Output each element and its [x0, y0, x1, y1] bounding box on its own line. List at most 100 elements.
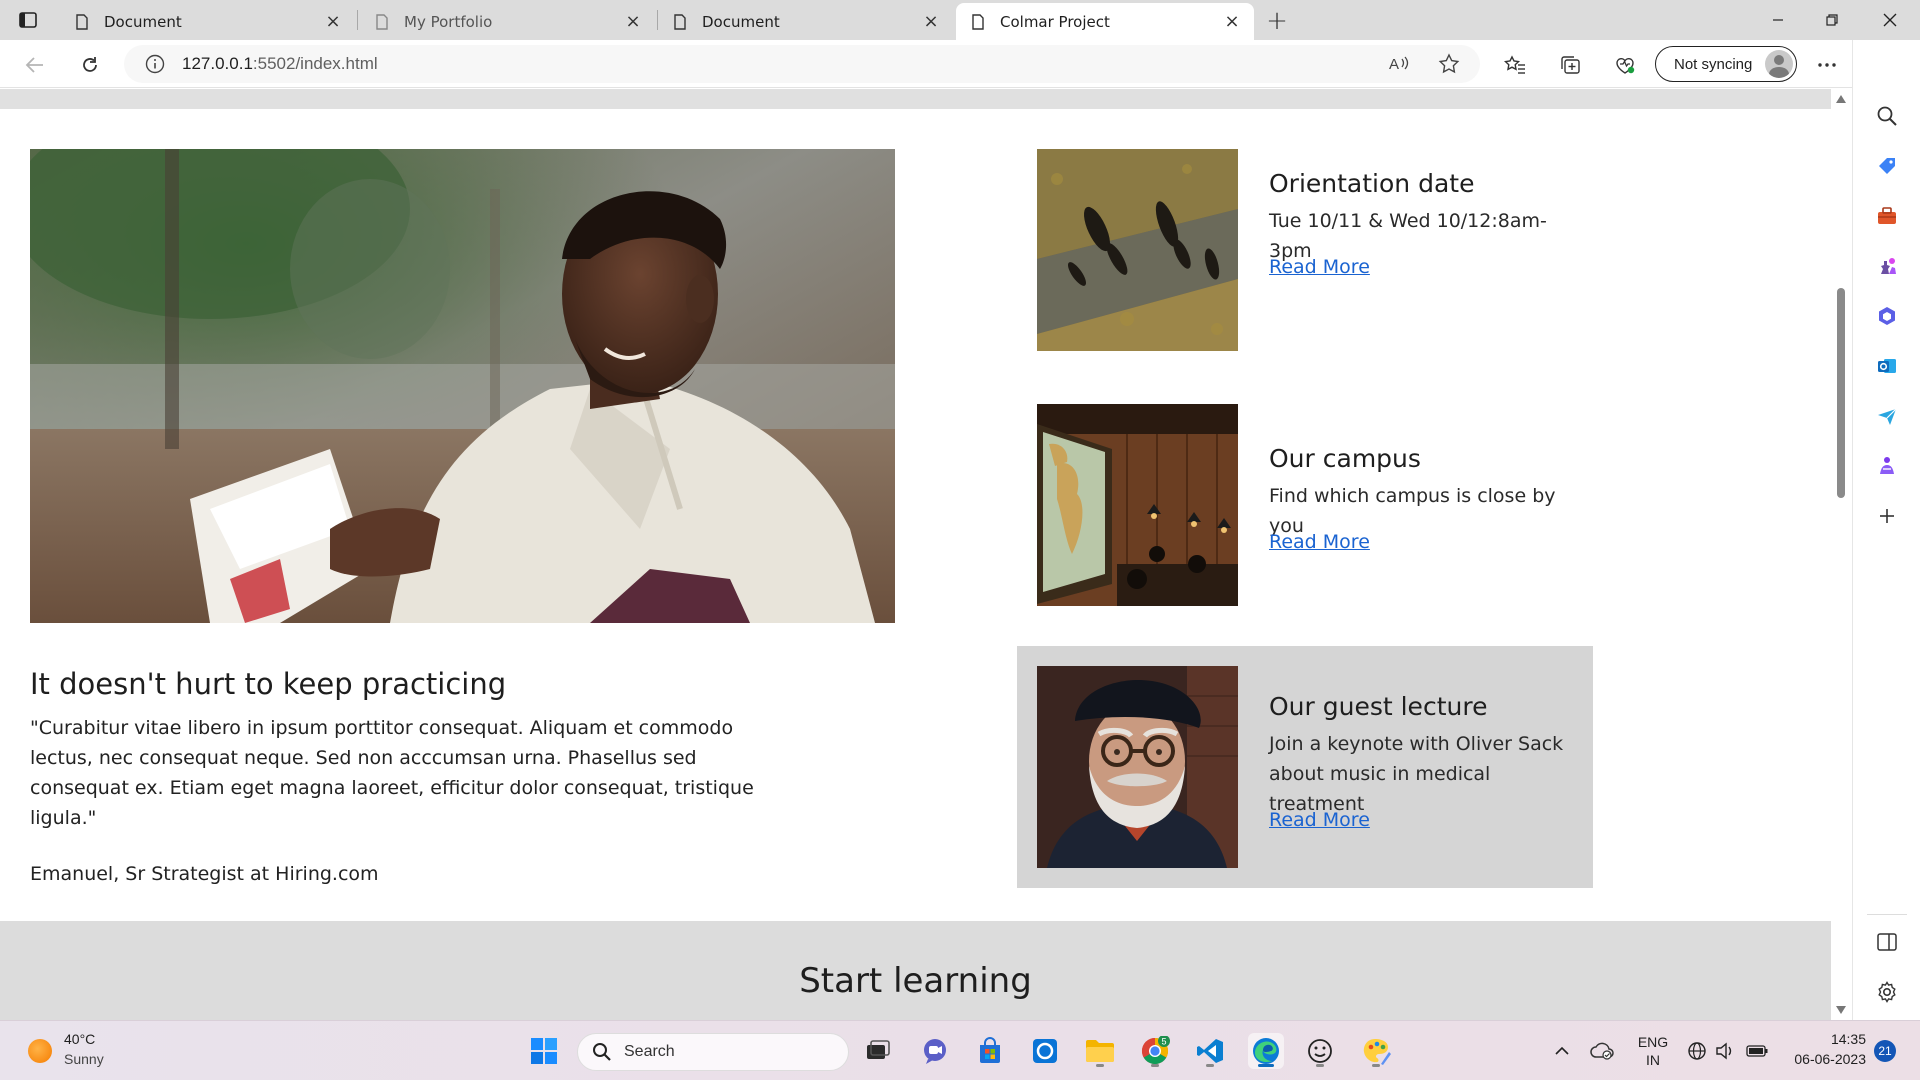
- microsoft-store-icon[interactable]: [972, 1033, 1008, 1069]
- weather-condition[interactable]: Sunny: [64, 1051, 104, 1067]
- copilot-figure-icon[interactable]: [1873, 452, 1901, 480]
- read-more-link[interactable]: Read More: [1269, 809, 1370, 831]
- page-icon: [672, 13, 688, 30]
- testimonial-quote: "Curabitur vitae libero in ipsum porttit…: [30, 717, 754, 829]
- app-blue-circle-icon[interactable]: [1027, 1033, 1063, 1069]
- volume-speaker-icon[interactable]: [1714, 1021, 1736, 1080]
- region-code: IN: [1646, 1052, 1660, 1068]
- microsoft-365-icon[interactable]: [1873, 302, 1901, 330]
- close-icon[interactable]: ×: [921, 11, 941, 32]
- back-button[interactable]: [20, 50, 50, 80]
- url-path: :5502/index.html: [252, 54, 378, 73]
- teams-chat-icon[interactable]: [917, 1033, 953, 1069]
- scrollbar-thumb[interactable]: [1837, 288, 1845, 498]
- read-aloud-icon[interactable]: A: [1386, 51, 1412, 77]
- sync-status-button[interactable]: Not syncing: [1655, 46, 1797, 82]
- collections-icon[interactable]: [1555, 50, 1585, 80]
- new-tab-button[interactable]: +: [1264, 6, 1290, 36]
- svg-text:A: A: [1389, 56, 1399, 73]
- avatar: [1765, 50, 1793, 78]
- show-hidden-icons-chevron-icon[interactable]: [1552, 1021, 1572, 1080]
- close-window-button[interactable]: [1864, 0, 1916, 40]
- card-text: Join a keynote with Oliver Sack about mu…: [1269, 733, 1564, 815]
- tab-title: My Portfolio: [404, 12, 493, 31]
- windows-start-icon[interactable]: [526, 1033, 562, 1069]
- section-bottom-strip: [0, 89, 1831, 109]
- tab-colmar-project[interactable]: Colmar Project ×: [956, 3, 1254, 40]
- tab-my-portfolio[interactable]: My Portfolio ×: [360, 3, 655, 40]
- tab-title: Document: [702, 12, 780, 31]
- clock-time[interactable]: 14:35: [1782, 1031, 1866, 1047]
- page-viewport: It doesn't hurt to keep practicing "Cura…: [0, 89, 1831, 1020]
- browser-essentials-icon[interactable]: [1610, 50, 1640, 80]
- favorites-icon[interactable]: [1500, 50, 1530, 80]
- network-globe-icon[interactable]: [1686, 1021, 1708, 1080]
- sync-label: Not syncing: [1674, 55, 1753, 73]
- edge-sidebar: [1852, 40, 1920, 1020]
- drop-send-icon[interactable]: [1873, 402, 1901, 430]
- section-heading: Start learning: [799, 961, 1032, 1001]
- vscode-icon[interactable]: [1192, 1033, 1228, 1069]
- windows-taskbar: 40°C Sunny Search 5 ENG IN 14:35 06-06-2…: [0, 1020, 1920, 1080]
- tab-actions-icon[interactable]: [14, 8, 42, 32]
- search-label: Search: [624, 1043, 675, 1060]
- taskbar-search-box[interactable]: Search: [577, 1033, 849, 1071]
- page-scrollbar[interactable]: [1831, 89, 1852, 1020]
- tools-briefcase-icon[interactable]: [1873, 202, 1901, 230]
- emoji-smiley-icon[interactable]: [1302, 1033, 1338, 1069]
- scroll-down-arrow-icon[interactable]: [1836, 1006, 1846, 1014]
- sidebar-divider: [1867, 914, 1907, 915]
- testimonial-heading: It doesn't hurt to keep practicing: [30, 667, 507, 701]
- add-icon[interactable]: [1873, 502, 1901, 530]
- battery-icon[interactable]: [1744, 1021, 1770, 1080]
- card-title: Our guest lecture: [1269, 692, 1488, 721]
- tab-divider: [357, 10, 358, 30]
- refresh-button[interactable]: [75, 50, 105, 80]
- tab-title: Document: [104, 12, 182, 31]
- card-title: Orientation date: [1269, 169, 1475, 198]
- search-icon[interactable]: [1873, 102, 1901, 130]
- close-icon[interactable]: ×: [623, 11, 643, 32]
- page-icon: [970, 13, 986, 30]
- restore-button[interactable]: [1806, 0, 1858, 40]
- chrome-icon[interactable]: 5: [1137, 1033, 1173, 1069]
- weather-temperature[interactable]: 40°C: [64, 1031, 95, 1047]
- shopping-tag-icon[interactable]: [1873, 152, 1901, 180]
- tab-title: Colmar Project: [1000, 12, 1110, 31]
- address-bar[interactable]: 127.0.0.1:5502/index.html A: [124, 45, 1480, 83]
- language-code: ENG: [1637, 1034, 1669, 1050]
- games-icon[interactable]: [1873, 252, 1901, 280]
- input-language-indicator[interactable]: ENG IN: [1634, 1021, 1672, 1080]
- file-explorer-icon[interactable]: [1082, 1033, 1118, 1069]
- minimize-button[interactable]: [1752, 0, 1804, 40]
- tab-document-1[interactable]: Document ×: [60, 3, 355, 40]
- url-host: 127.0.0.1: [182, 54, 253, 73]
- read-more-link[interactable]: Read More: [1269, 256, 1370, 278]
- split-screen-icon[interactable]: [1873, 928, 1901, 956]
- testimonial-author: Emanuel, Sr Strategist at Hiring.com: [30, 863, 379, 885]
- clock-date[interactable]: 06-06-2023: [1782, 1051, 1866, 1067]
- card-image-elderly-man-beret: [1037, 666, 1238, 868]
- favorite-star-icon[interactable]: [1436, 51, 1462, 77]
- page-icon: [74, 13, 90, 30]
- site-info-icon[interactable]: [144, 53, 166, 75]
- close-icon[interactable]: ×: [323, 11, 343, 32]
- outlook-icon[interactable]: [1873, 352, 1901, 380]
- url-text[interactable]: 127.0.0.1:5502/index.html: [182, 54, 378, 74]
- onedrive-cloud-icon[interactable]: [1589, 1021, 1615, 1080]
- event-card-orientation: Orientation date Tue 10/11 & Wed 10/12:8…: [1017, 129, 1593, 371]
- settings-gear-icon[interactable]: [1873, 978, 1901, 1006]
- snipping-paint-icon[interactable]: [1358, 1033, 1394, 1069]
- sun-weather-icon[interactable]: [28, 1039, 52, 1063]
- task-view-icon[interactable]: [860, 1033, 896, 1069]
- scroll-up-arrow-icon[interactable]: [1836, 95, 1846, 103]
- tab-document-2[interactable]: Document ×: [658, 3, 953, 40]
- read-more-link[interactable]: Read More: [1269, 531, 1370, 553]
- more-options-icon[interactable]: [1812, 50, 1842, 80]
- notification-count-badge[interactable]: 21: [1874, 1040, 1896, 1062]
- card-image-people-walking: [1037, 149, 1238, 351]
- edge-browser-icon[interactable]: [1248, 1033, 1284, 1069]
- close-icon[interactable]: ×: [1222, 11, 1242, 32]
- tab-strip: Document × My Portfolio × Document × Col…: [0, 0, 1920, 40]
- card-title: Our campus: [1269, 444, 1421, 473]
